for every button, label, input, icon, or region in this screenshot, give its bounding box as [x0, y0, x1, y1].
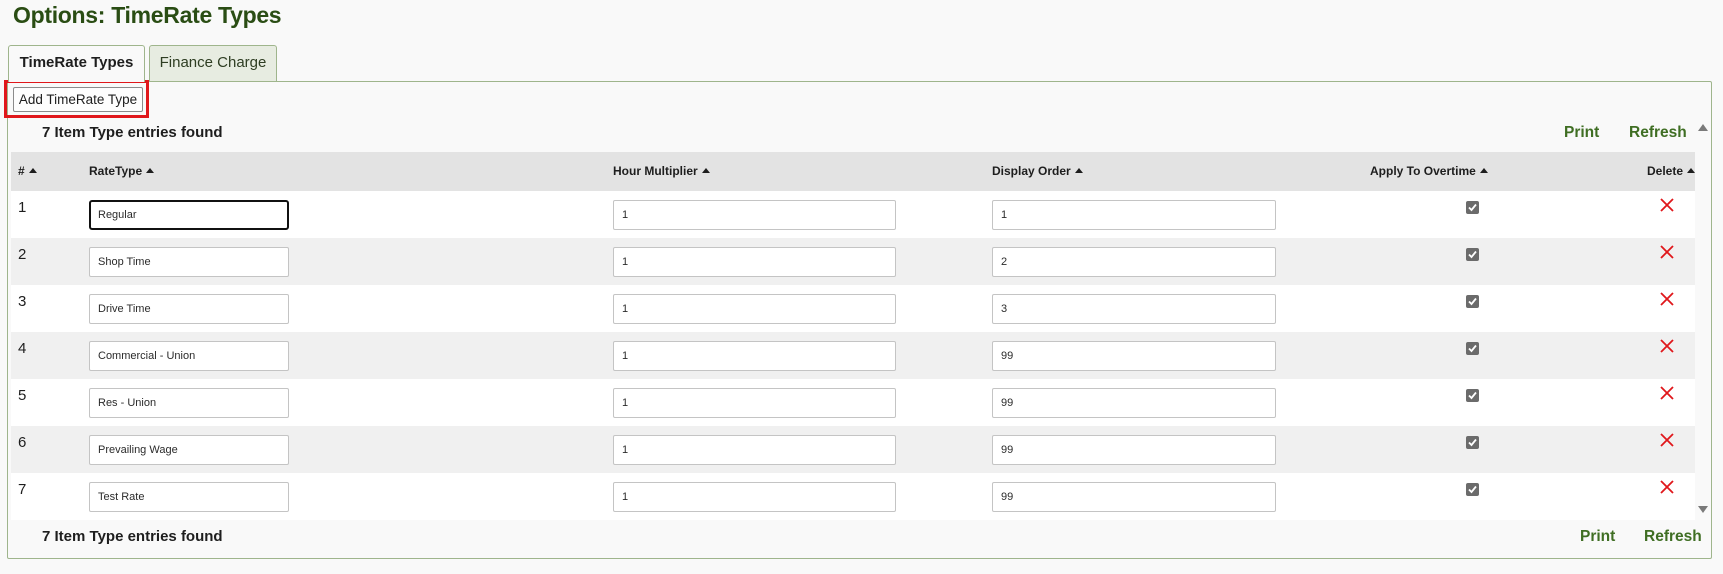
sort-up-caret-icon	[146, 168, 155, 173]
add-timerate-type-button[interactable]: Add TimeRate Type	[13, 87, 143, 112]
ratetype-input[interactable]	[89, 200, 289, 230]
close-x-icon[interactable]	[1659, 385, 1675, 401]
tab-timerate-types[interactable]: TimeRate Types	[8, 45, 145, 82]
apply-overtime-checkbox[interactable]	[1466, 436, 1479, 449]
hour-multiplier-input[interactable]	[613, 341, 896, 371]
row-number: 1	[18, 199, 27, 216]
page-title: Options: TimeRate Types	[13, 2, 282, 28]
display-order-input[interactable]	[992, 294, 1276, 324]
checkmark-icon	[1468, 485, 1477, 494]
table-row: 3	[11, 285, 1695, 332]
table-row: 1	[11, 191, 1695, 238]
header-display-order[interactable]: Display Order	[992, 152, 1083, 191]
scroll-down-arrow-icon[interactable]	[1698, 506, 1708, 513]
checkmark-icon	[1468, 391, 1477, 400]
sort-up-caret-icon	[1479, 168, 1488, 173]
sort-up-caret-icon	[28, 168, 37, 173]
table-row: 6	[11, 426, 1695, 473]
apply-overtime-checkbox[interactable]	[1466, 201, 1479, 214]
hour-multiplier-input[interactable]	[613, 294, 896, 324]
display-order-input[interactable]	[992, 388, 1276, 418]
row-number: 6	[18, 434, 27, 451]
checkmark-icon	[1468, 344, 1477, 353]
apply-overtime-checkbox[interactable]	[1466, 342, 1479, 355]
sort-up-caret-icon	[1687, 168, 1696, 173]
row-number: 3	[18, 293, 27, 310]
ratetype-input[interactable]	[89, 341, 289, 371]
table-body: 1 2 3 4 5 6	[11, 191, 1695, 520]
close-x-icon[interactable]	[1659, 291, 1675, 307]
hour-multiplier-input[interactable]	[613, 388, 896, 418]
hour-multiplier-input[interactable]	[613, 482, 896, 512]
display-order-input[interactable]	[992, 482, 1276, 512]
table-row: 2	[11, 238, 1695, 285]
entries-count-top: 7 Item Type entries found	[42, 124, 223, 141]
print-link-bottom[interactable]: Print	[1580, 528, 1615, 546]
header-delete[interactable]: Delete	[1647, 152, 1696, 191]
display-order-input[interactable]	[992, 200, 1276, 230]
close-x-icon[interactable]	[1659, 338, 1675, 354]
sort-up-caret-icon	[1074, 168, 1083, 173]
checkmark-icon	[1468, 438, 1477, 447]
hour-multiplier-input[interactable]	[613, 435, 896, 465]
apply-overtime-checkbox[interactable]	[1466, 389, 1479, 402]
sort-up-caret-icon	[701, 168, 710, 173]
ratetype-input[interactable]	[89, 482, 289, 512]
header-hour-multiplier[interactable]: Hour Multiplier	[613, 152, 710, 191]
table-row: 5	[11, 379, 1695, 426]
display-order-input[interactable]	[992, 435, 1276, 465]
hour-multiplier-input[interactable]	[613, 247, 896, 277]
close-x-icon[interactable]	[1659, 479, 1675, 495]
display-order-input[interactable]	[992, 247, 1276, 277]
close-x-icon[interactable]	[1659, 432, 1675, 448]
ratetype-input[interactable]	[89, 247, 289, 277]
table-header: # RateType Hour Multiplier Display Order…	[11, 152, 1696, 191]
apply-overtime-checkbox[interactable]	[1466, 295, 1479, 308]
print-link-top[interactable]: Print	[1564, 124, 1599, 142]
close-x-icon[interactable]	[1659, 244, 1675, 260]
header-num[interactable]: #	[18, 152, 37, 191]
header-apply-overtime[interactable]: Apply To Overtime	[1370, 152, 1488, 191]
table-row: 7	[11, 473, 1695, 520]
refresh-link-bottom[interactable]: Refresh	[1644, 528, 1702, 546]
ratetype-input[interactable]	[89, 294, 289, 324]
tab-finance-charge[interactable]: Finance Charge	[149, 45, 277, 81]
hour-multiplier-input[interactable]	[613, 200, 896, 230]
ratetype-input[interactable]	[89, 388, 289, 418]
row-number: 7	[18, 481, 27, 498]
scroll-up-arrow-icon[interactable]	[1698, 124, 1708, 131]
checkmark-icon	[1468, 250, 1477, 259]
row-number: 4	[18, 340, 27, 357]
apply-overtime-checkbox[interactable]	[1466, 248, 1479, 261]
row-number: 5	[18, 387, 27, 404]
close-x-icon[interactable]	[1659, 197, 1675, 213]
header-ratetype[interactable]: RateType	[89, 152, 155, 191]
entries-count-bottom: 7 Item Type entries found	[42, 528, 223, 545]
checkmark-icon	[1468, 203, 1477, 212]
ratetype-input[interactable]	[89, 435, 289, 465]
table-row: 4	[11, 332, 1695, 379]
apply-overtime-checkbox[interactable]	[1466, 483, 1479, 496]
refresh-link-top[interactable]: Refresh	[1629, 124, 1687, 142]
checkmark-icon	[1468, 297, 1477, 306]
row-number: 2	[18, 246, 27, 263]
display-order-input[interactable]	[992, 341, 1276, 371]
